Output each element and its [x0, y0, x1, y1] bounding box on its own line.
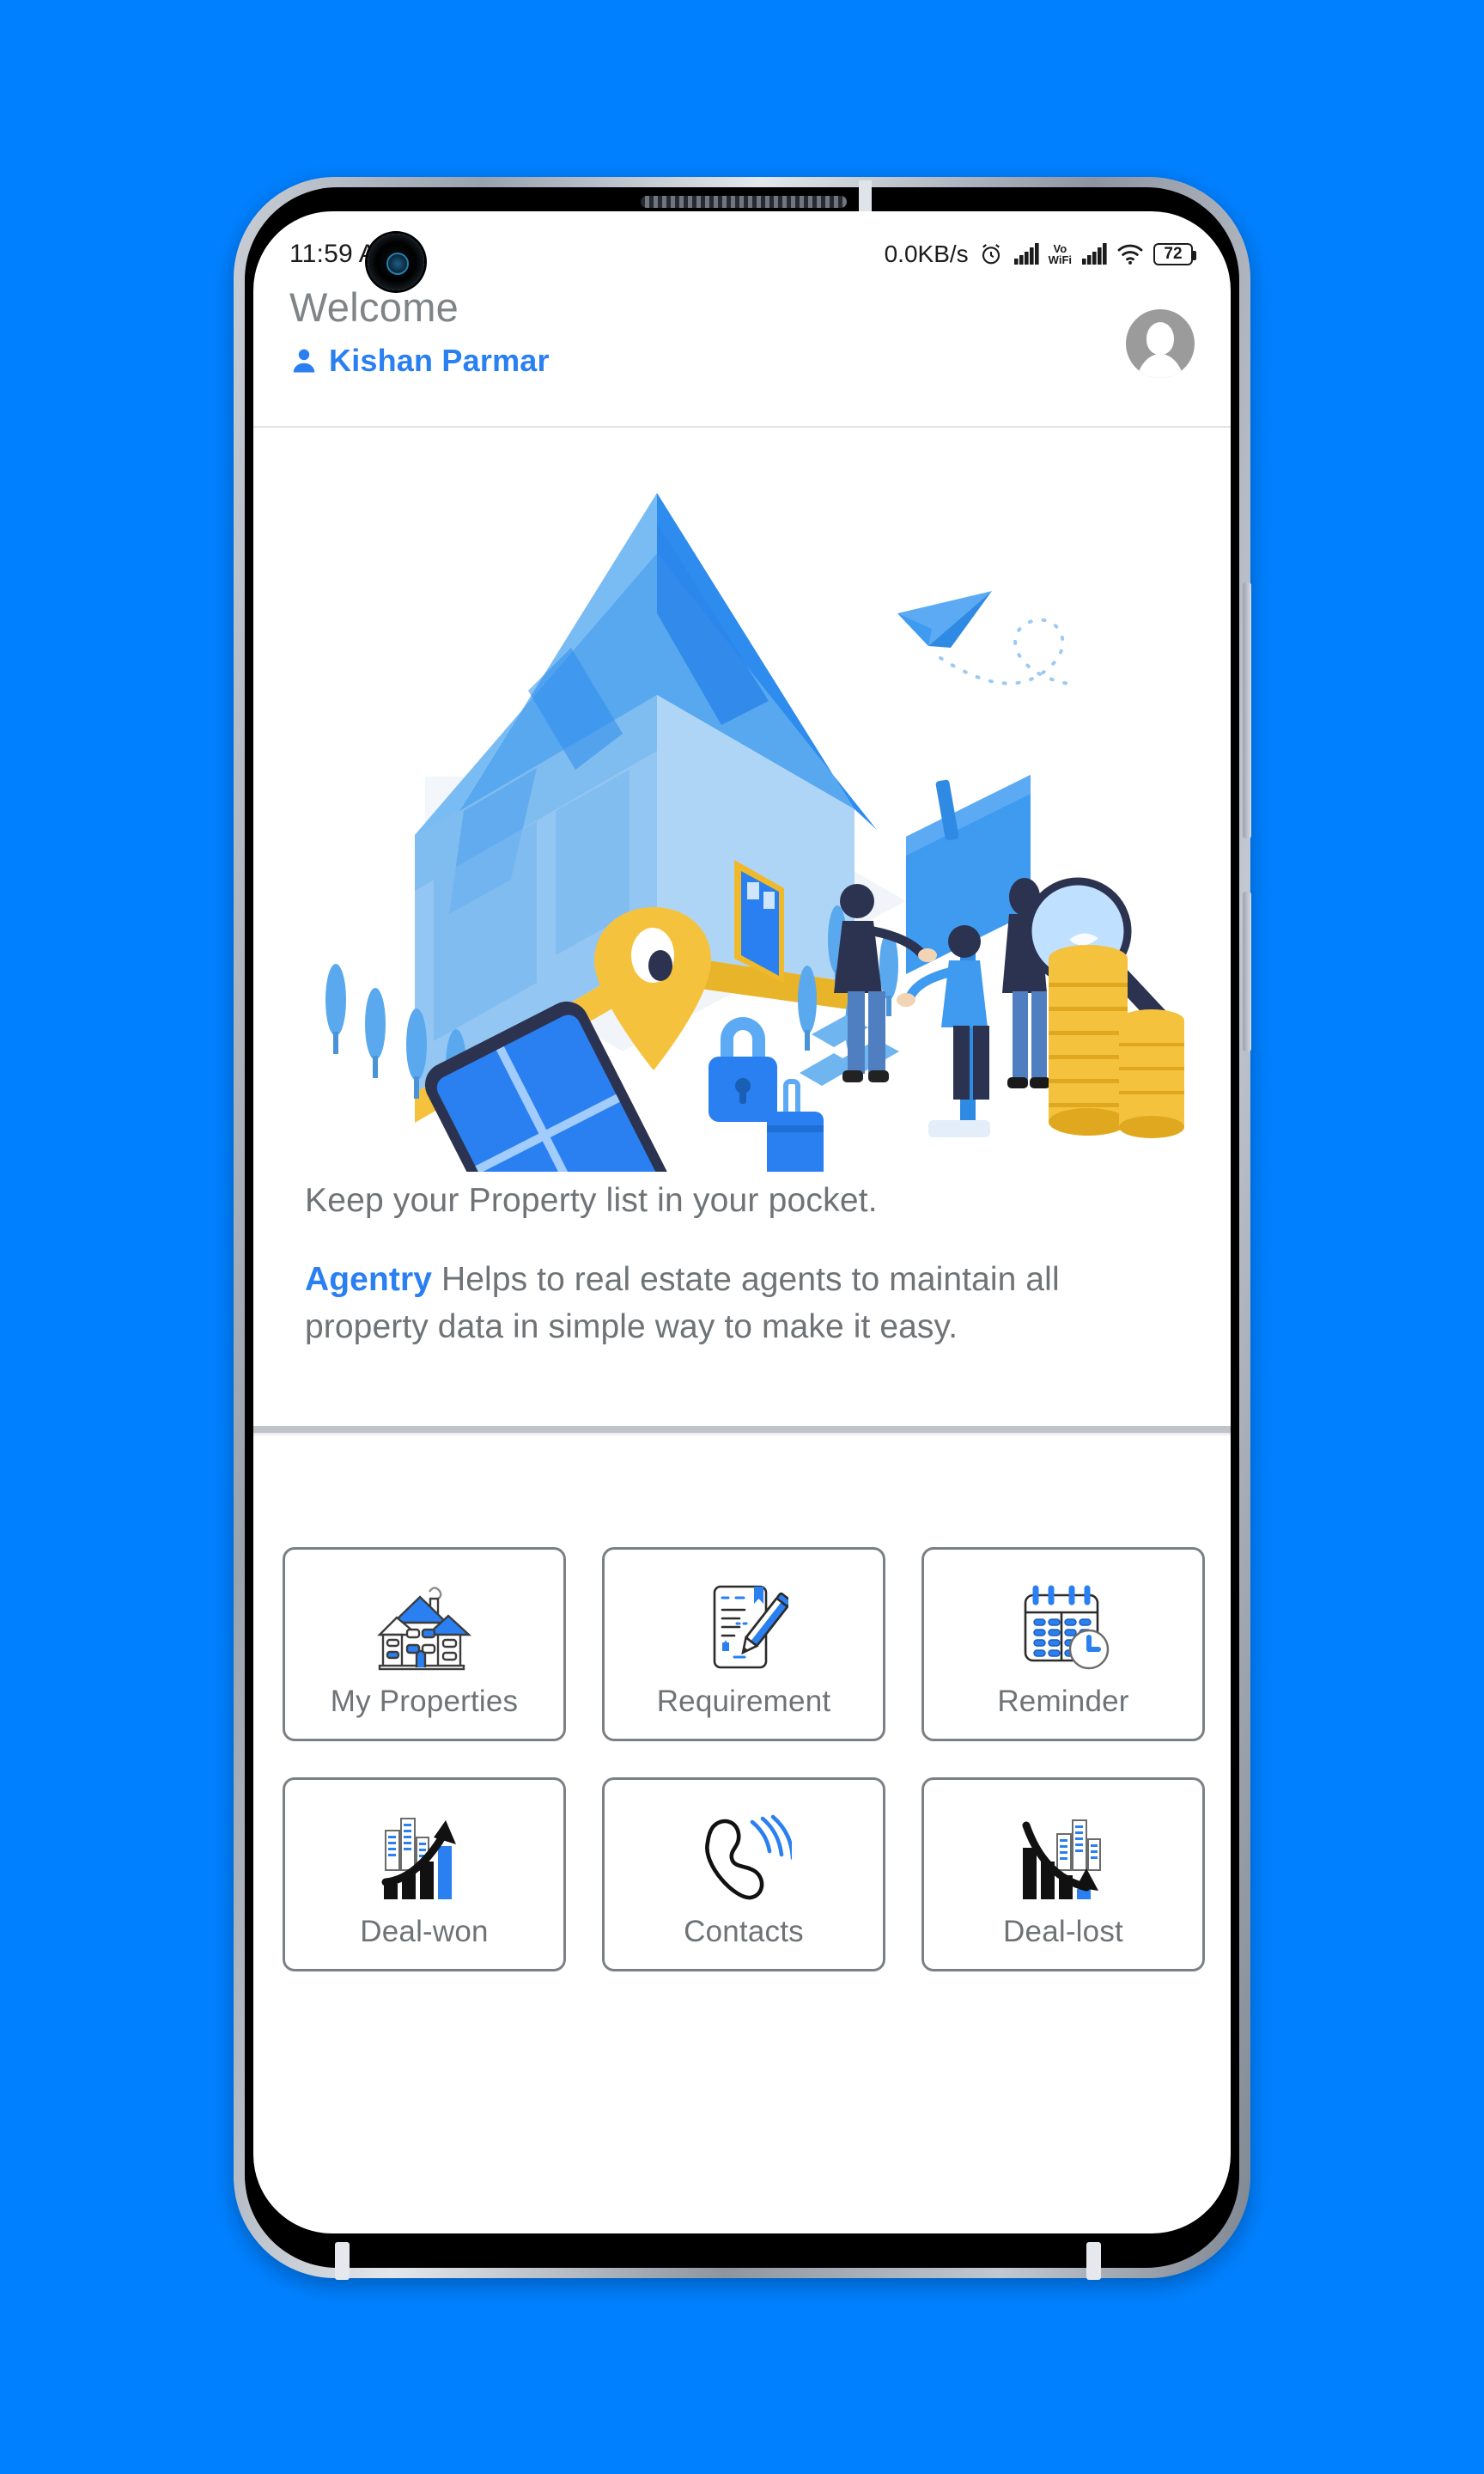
- menu-grid: My Properties Requirement Reminder Deal-…: [272, 1547, 1215, 1971]
- menu-card-deal-lost[interactable]: Deal-lost: [921, 1777, 1205, 1971]
- calendar-clock-icon: [1008, 1576, 1118, 1679]
- battery-indicator: 72: [1153, 243, 1196, 265]
- screenshot-root: 11:59 AM 0.0KB/s Vo WiFi 72 Welcome Kish…: [0, 0, 1484, 2474]
- avatar-body: [1135, 354, 1185, 378]
- greeting-text: Welcome: [289, 284, 459, 330]
- avatar[interactable]: [1126, 309, 1195, 378]
- network-speed-label: 0.0KB/s: [884, 241, 969, 267]
- chart-up-icon: [369, 1807, 479, 1910]
- person-icon: [293, 349, 315, 373]
- antenna-band-bottom-right: [1086, 2242, 1101, 2280]
- menu-card-reminder[interactable]: Reminder: [921, 1547, 1205, 1741]
- phone-handset-icon: [689, 1807, 799, 1910]
- intro-headline: Keep your Property list in your pocket.: [305, 1182, 878, 1219]
- earpiece-speaker: [641, 196, 847, 208]
- menu-card-label: Deal-lost: [1003, 1915, 1123, 1948]
- menu-card-label: My Properties: [330, 1685, 519, 1718]
- phone-screen: 11:59 AM 0.0KB/s Vo WiFi 72 Welcome Kish…: [253, 211, 1231, 2233]
- signal-bars-icon-secondary: [1082, 243, 1107, 265]
- battery-level-label: 72: [1164, 245, 1183, 263]
- wifi-icon: [1117, 244, 1143, 265]
- menu-card-label: Reminder: [997, 1685, 1129, 1718]
- chart-down-icon: [1008, 1807, 1118, 1910]
- house-icon: [369, 1576, 479, 1679]
- intro-block: Keep your Property list in your pocket. …: [305, 1182, 1181, 1351]
- power-button[interactable]: [1243, 892, 1251, 1051]
- menu-card-my-properties[interactable]: My Properties: [283, 1547, 566, 1741]
- hero-illustration: [253, 433, 1231, 1172]
- alarm-clock-icon: [982, 244, 1000, 265]
- section-divider: [253, 1426, 1231, 1433]
- menu-card-label: Deal-won: [360, 1915, 489, 1948]
- user-name-label: Kishan Parmar: [329, 343, 550, 378]
- volte-label-bottom: WiFi: [1048, 253, 1072, 266]
- menu-card-contacts[interactable]: Contacts: [602, 1777, 885, 1971]
- menu-card-deal-won[interactable]: Deal-won: [283, 1777, 566, 1971]
- volte-wifi-icon: Vo WiFi: [1049, 243, 1072, 265]
- intro-body: Agentry Helps to real estate agents to m…: [305, 1256, 1181, 1351]
- front-camera-punch-hole: [368, 234, 424, 290]
- antenna-band-bottom-left: [335, 2242, 350, 2280]
- section-divider-highlight: [253, 1433, 1231, 1435]
- avatar-head: [1146, 322, 1174, 355]
- menu-card-label: Requirement: [656, 1685, 831, 1718]
- antenna-band-top: [859, 180, 872, 215]
- signal-bars-icon: [1013, 243, 1039, 265]
- user-row[interactable]: Kishan Parmar: [289, 343, 1191, 379]
- header-divider: [253, 426, 1231, 428]
- app-header: Welcome Kishan Parmar: [253, 283, 1231, 426]
- menu-card-label: Contacts: [684, 1915, 804, 1948]
- document-pen-icon: [689, 1576, 799, 1679]
- brand-name: Agentry: [305, 1261, 433, 1298]
- volume-button[interactable]: [1243, 582, 1251, 838]
- status-bar-icons: 0.0KB/s Vo WiFi 72: [884, 241, 1196, 268]
- menu-card-requirement[interactable]: Requirement: [602, 1547, 885, 1741]
